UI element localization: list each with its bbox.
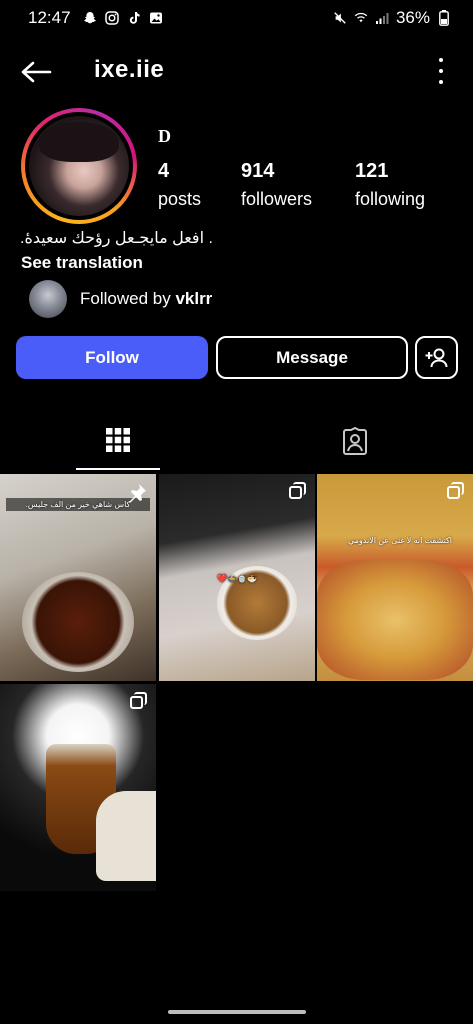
- instagram-icon: [104, 11, 119, 25]
- post-image-noodles: [317, 560, 473, 680]
- posts-count-label: posts: [158, 189, 202, 209]
- add-person-icon: [425, 348, 447, 367]
- status-bar: 12:47 36%: [0, 0, 473, 36]
- message-button[interactable]: Message: [216, 336, 408, 379]
- signal-icon: [375, 11, 389, 25]
- suggested-users-button[interactable]: [415, 336, 458, 379]
- snapchat-icon: [83, 11, 97, 25]
- post-caption: 🍜🍵🍲❤️: [217, 574, 257, 583]
- back-arrow-icon: [21, 61, 52, 83]
- following-count[interactable]: 121 following: [355, 160, 425, 210]
- following-count-label: following: [355, 189, 426, 209]
- followed-by-row[interactable]: Followed by vklrr: [29, 280, 212, 318]
- more-dot-icon: [439, 80, 443, 84]
- post-tile[interactable]: كاس شاهي خير من الف جليس.: [0, 474, 156, 681]
- multiple-icon: [447, 482, 465, 500]
- profile-header: ixe.iie: [0, 50, 473, 94]
- profile-avatar[interactable]: [21, 108, 137, 224]
- followers-count[interactable]: 914 followers: [241, 160, 312, 210]
- posts-count[interactable]: 4 posts: [158, 160, 201, 210]
- profile-tabs: [0, 412, 473, 470]
- battery-icon: [437, 10, 451, 26]
- posts-count-value: 4: [158, 160, 170, 182]
- followers-count-label: followers: [241, 189, 313, 209]
- more-options-button[interactable]: [437, 58, 445, 84]
- battery-percentage: 36%: [395, 8, 430, 27]
- grid-icon: [106, 428, 130, 452]
- mute-icon: [333, 11, 347, 25]
- profile-bio: . افعل مايجـعل رؤحك سعيدهٔ.: [20, 230, 213, 247]
- followed-by-text: Followed by vklrr: [80, 289, 212, 309]
- post-caption: اكتشفت انه لا غنى عن الاندومي: [347, 536, 453, 545]
- followed-by-prefix: Followed by: [80, 289, 176, 308]
- tab-posts-grid[interactable]: [76, 412, 160, 470]
- post-tile[interactable]: [0, 684, 156, 891]
- follow-button[interactable]: Follow: [16, 336, 208, 379]
- multiple-icon: [130, 692, 148, 710]
- status-time: 12:47: [28, 8, 71, 27]
- post-image-hand: [96, 791, 156, 881]
- more-dot-icon: [439, 69, 443, 73]
- followers-count-value: 914: [241, 160, 275, 182]
- gallery-icon: [149, 11, 163, 25]
- followed-by-username: vklrr: [175, 289, 213, 308]
- wifi-icon: [354, 11, 368, 25]
- home-indicator[interactable]: [168, 1010, 306, 1014]
- tiktok-icon: [127, 11, 141, 25]
- mutual-follower-avatar: [29, 280, 67, 318]
- more-dot-icon: [439, 58, 443, 62]
- post-image-tea-glass: [22, 572, 134, 672]
- tagged-person-icon: [343, 427, 367, 455]
- following-count-value: 121: [355, 160, 389, 182]
- avatar-image: [29, 116, 129, 216]
- see-translation-link[interactable]: See translation: [21, 253, 143, 273]
- multiple-icon: [289, 482, 307, 500]
- tab-tagged[interactable]: [313, 412, 397, 470]
- pinned-icon: [126, 482, 148, 504]
- display-name: D: [158, 126, 171, 146]
- profile-username: ixe.iie: [94, 56, 165, 83]
- back-button[interactable]: [20, 58, 52, 86]
- post-tile[interactable]: اكتشفت انه لا غنى عن الاندومي: [317, 474, 473, 681]
- post-tile[interactable]: 🍜🍵🍲❤️: [159, 474, 315, 681]
